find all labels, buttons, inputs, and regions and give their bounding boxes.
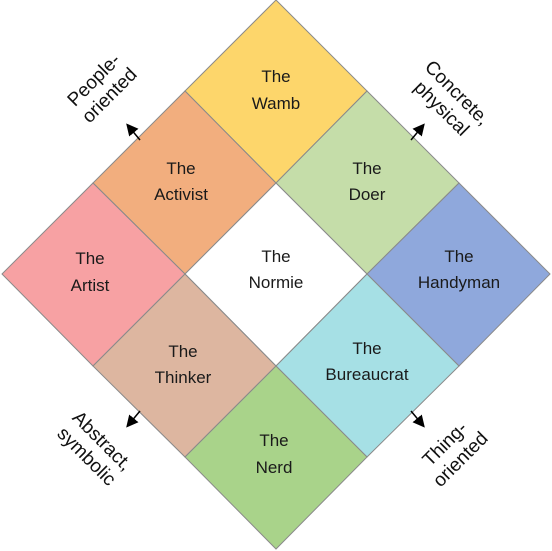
axis-label-thing-oriented: Thing- oriented xyxy=(419,418,493,492)
cell-activist-line1: The xyxy=(166,159,195,178)
cell-nerd-line2: Nerd xyxy=(256,458,293,477)
cell-artist-line2: Artist xyxy=(71,276,110,295)
axis-label-abstract-symbolic: Abstract, symbolic xyxy=(53,407,136,490)
cell-nerd-line1: The xyxy=(259,431,288,450)
cell-activist-line2: Activist xyxy=(154,185,208,204)
cell-bureaucrat-line2: Bureaucrat xyxy=(325,365,408,384)
cell-normie-line2: Normie xyxy=(249,273,304,292)
cell-handyman-line1: The xyxy=(444,247,473,266)
cell-doer-line2: Doer xyxy=(349,185,386,204)
people-oriented-arrow xyxy=(126,123,141,141)
concrete-physical-arrow xyxy=(410,123,425,141)
cell-doer-line1: The xyxy=(352,159,381,178)
personality-diamond-diagram: The Wamb The Activist The Doer The Artis… xyxy=(1,0,551,550)
cell-thinker-line1: The xyxy=(168,342,197,361)
cell-bureaucrat-line1: The xyxy=(352,339,381,358)
axis-label-people-oriented: People- oriented xyxy=(64,50,142,128)
cell-wamb-line2: Wamb xyxy=(252,94,301,113)
cell-handyman-line2: Handyman xyxy=(418,273,500,292)
cell-wamb-line1: The xyxy=(261,67,290,86)
cell-thinker-line2: Thinker xyxy=(155,368,212,387)
cell-artist-line1: The xyxy=(75,249,104,268)
abstract-symbolic-arrow xyxy=(126,410,141,428)
thing-oriented-arrow xyxy=(410,410,425,428)
cell-normie-line1: The xyxy=(261,247,290,266)
